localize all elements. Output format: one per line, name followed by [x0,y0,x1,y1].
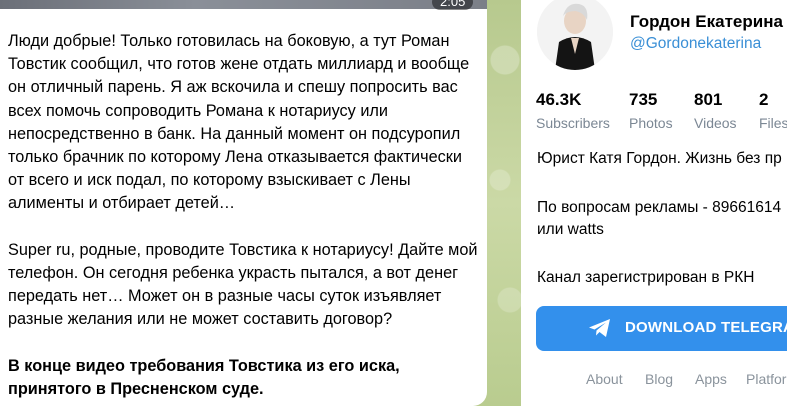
footer-link-apps[interactable]: Apps [695,371,727,387]
avatar-portrait [537,0,613,70]
stat-value: 2 [759,90,769,109]
video-thumbnail[interactable] [0,0,487,9]
stat-subscribers[interactable]: 46.3K Subscribers [536,90,610,131]
footer-link-blog[interactable]: Blog [645,371,673,387]
channel-description-line: По вопросам рекламы - 89661614 [537,199,782,216]
post-text: Люди добрые! Только готовилась на бокову… [8,30,478,406]
video-duration: 2:05 [432,0,474,10]
stat-value: 801 [694,90,723,109]
stat-label: Files [759,115,787,131]
channel-info-panel: Гордон Екатерина @Gordonekaterina 46.3K … [521,0,787,406]
channel-avatar[interactable] [537,0,613,70]
channel-name: Гордон Екатерина [630,12,783,31]
channel-post: 2:05 Люди добрые! Только готовилась на б… [0,0,487,406]
stat-files[interactable]: 2 Files [759,90,787,131]
telegram-plane-icon [589,319,610,337]
stat-photos[interactable]: 735 Photos [629,90,673,131]
stat-label: Photos [629,115,673,131]
channel-description-line: Юрист Катя Гордон. Жизнь без пр [537,150,782,167]
post-paragraph-bold: В конце видео требования Товстика из его… [8,356,400,399]
download-telegram-label: DOWNLOAD TELEGRAM [625,319,787,336]
post-paragraph: Super ru, родные, проводите Товстика к н… [8,240,478,329]
footer-link-platforms[interactable]: Platforms [746,371,787,387]
stat-label: Subscribers [536,115,610,131]
channel-description-line: или watts [537,221,604,238]
stat-value: 735 [629,90,658,109]
stat-videos[interactable]: 801 Videos [694,90,737,131]
channel-description-line: Канал зарегистрирован в РКН [537,269,755,286]
download-telegram-button[interactable]: DOWNLOAD TELEGRAM [536,306,787,351]
channel-handle-link[interactable]: @Gordonekaterina [630,35,761,53]
stat-label: Videos [694,115,737,131]
stat-value: 46.3K [536,90,582,109]
post-paragraph: Люди добрые! Только готовилась на бокову… [8,32,470,213]
footer-link-about[interactable]: About [586,371,623,387]
